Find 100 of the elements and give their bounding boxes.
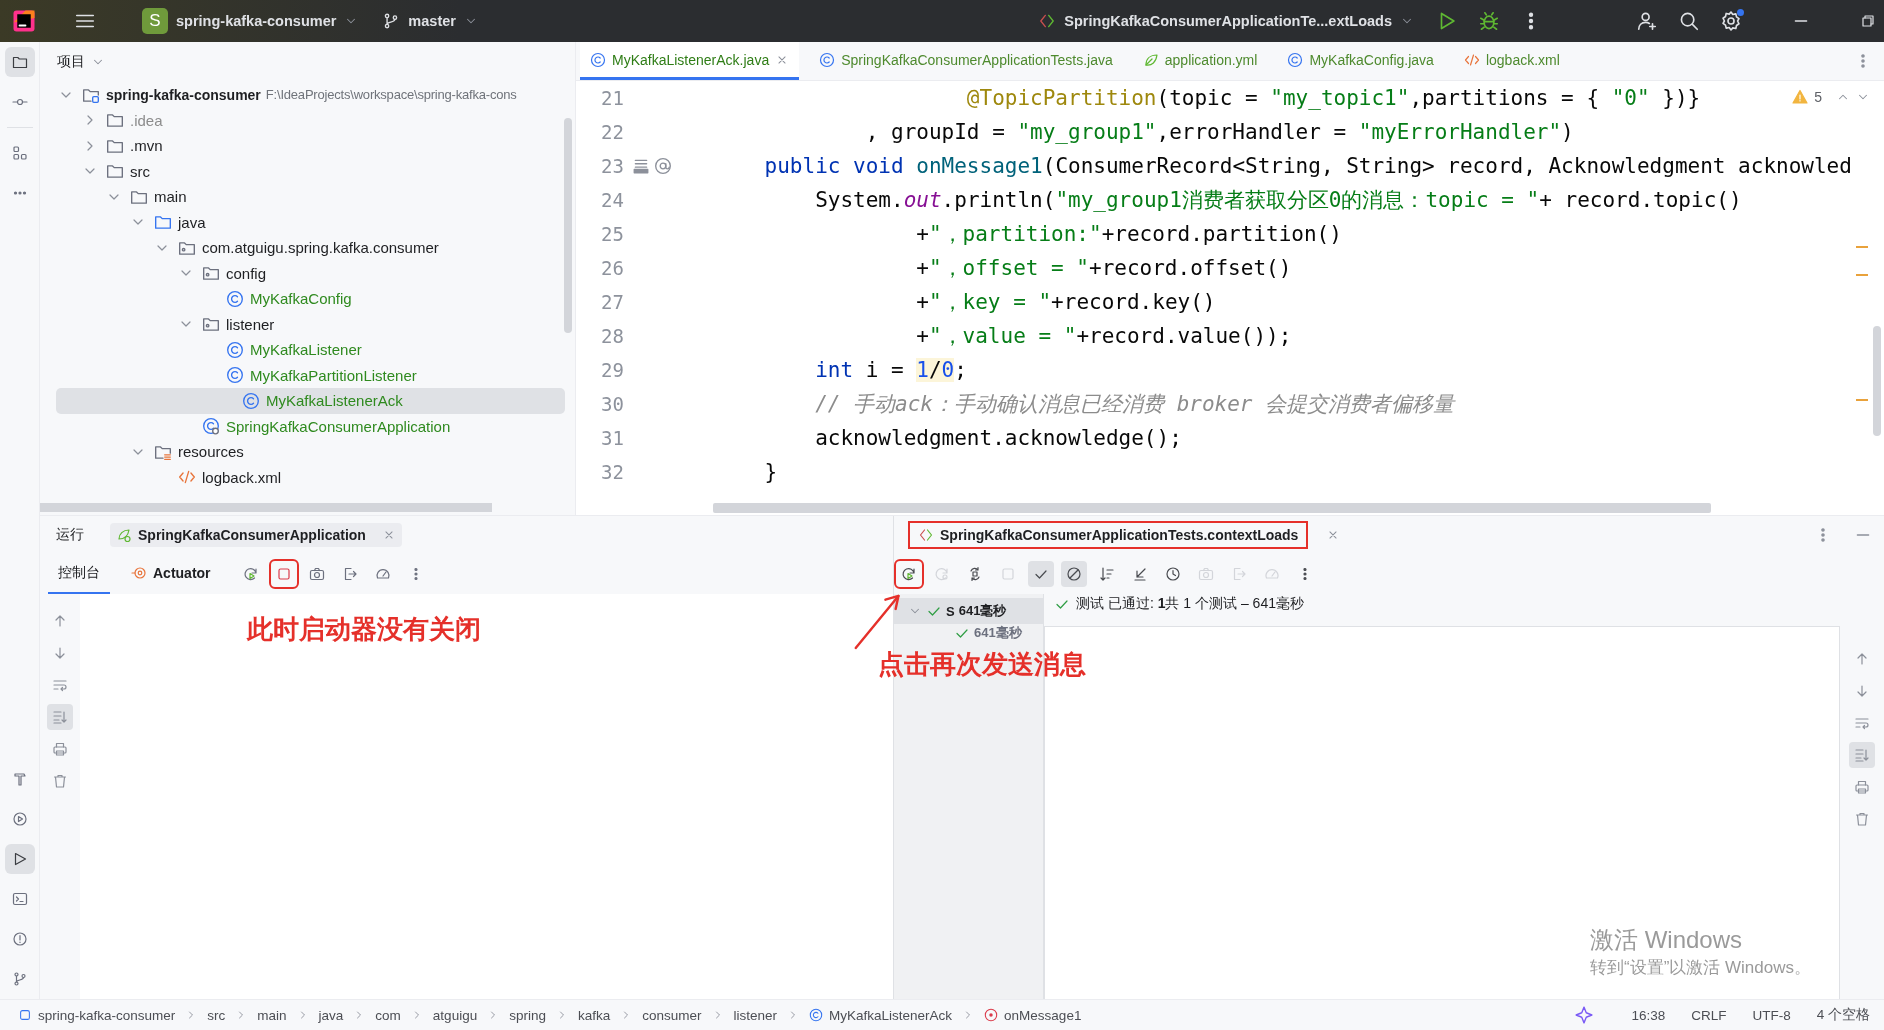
code-line: @TopicPartition(topic = "my_topic1",partitions = { "0" })} — [965, 86, 1701, 110]
code-line: , groupId = "my_group1",errorHandler = "myErrorHandler") — [864, 120, 1574, 144]
status-item[interactable]: 16:38 — [1631, 1007, 1666, 1023]
tree-row[interactable]: java — [40, 209, 565, 235]
test-name: S — [946, 603, 955, 619]
scroll-to-end-icon[interactable] — [47, 704, 73, 730]
implementation-icon[interactable] — [632, 157, 650, 175]
class-icon — [1287, 51, 1304, 68]
code-line: acknowledgment.acknowledge(); — [814, 426, 1182, 450]
scrollbar-thumb[interactable] — [40, 503, 492, 512]
status-item[interactable]: 4 个空格 — [1816, 1006, 1870, 1024]
spark-icon[interactable] — [1575, 1006, 1594, 1024]
run-config-selector[interactable]: SpringKafkaConsumerApplicationTe...extLoads — [1028, 5, 1424, 37]
folder-icon — [154, 213, 172, 232]
tree-row[interactable]: .mvn — [40, 133, 565, 159]
breadcrumb[interactable]: com — [375, 1007, 401, 1023]
code-line: } — [763, 460, 778, 484]
tree-row[interactable]: SpringKafkaConsumerApplication — [40, 413, 565, 439]
code-line: // 手动ack：手动确认消息已经消费 broker 会提交消费者偏移量 — [814, 391, 1455, 418]
cancel-icon[interactable] — [1061, 560, 1087, 587]
application-class-icon — [202, 417, 220, 436]
line-number: 26 — [600, 257, 624, 279]
tree-row[interactable]: config — [40, 260, 565, 286]
breadcrumb[interactable]: java — [318, 1007, 344, 1023]
editor-tab[interactable]: MyKafkaConfig.java — [1277, 42, 1444, 80]
test-run-tab[interactable]: SpringKafkaConsumerApplicationTests.contextLoads — [910, 522, 1307, 547]
scrollbar-thumb[interactable] — [713, 503, 1711, 513]
breadcrumb[interactable]: main — [257, 1007, 287, 1023]
stop-icon[interactable] — [270, 560, 297, 587]
editor-tab[interactable]: logback.xml — [1453, 42, 1570, 80]
tree-label: logback.xml — [202, 468, 282, 486]
code-line: +"，offset = "+record.offset() — [915, 255, 1292, 282]
scrollbar-thumb[interactable] — [1873, 326, 1881, 436]
tree-row[interactable]: resources — [40, 439, 565, 465]
package-folder-icon — [202, 315, 220, 334]
breadcrumb[interactable]: spring-kafka-consumer — [18, 1007, 176, 1023]
test-duration: 641毫秒 — [974, 624, 1022, 642]
editor-tab[interactable]: application.yml — [1132, 42, 1268, 80]
tree-row[interactable]: src — [40, 158, 565, 184]
tree-row[interactable]: logback.xml — [40, 464, 565, 490]
run-icon[interactable] — [4, 844, 35, 874]
scrollbar-thumb[interactable] — [564, 118, 572, 333]
annotation-note: 此时启动器没有关闭 — [247, 613, 481, 646]
rerun-icon[interactable] — [896, 560, 922, 587]
line-number: 23 — [600, 155, 624, 177]
panel-title[interactable]: 项目 — [57, 53, 85, 71]
tree-label: .mvn — [130, 137, 163, 155]
tree-label: SpringKafkaConsumerApplication — [226, 417, 451, 435]
line-number: 31 — [600, 427, 624, 449]
project-switcher[interactable]: S spring-kafka-consumer — [132, 5, 369, 37]
tree-label: com.atguigu.spring.kafka.consumer — [202, 239, 439, 257]
tree-label: listener — [226, 315, 275, 333]
test-row[interactable]: 641毫秒 — [894, 624, 1043, 642]
console-tab[interactable]: Actuator — [121, 553, 221, 594]
tree-row[interactable]: MyKafkaPartitionListener — [40, 362, 565, 388]
tree-label: MyKafkaPartitionListener — [250, 366, 417, 384]
breadcrumb[interactable]: consumer — [642, 1007, 702, 1023]
code-line: System.out.println("my_group1消费者获取分区0的消息：topic = "+ record.topic() — [814, 187, 1742, 214]
code-line: +"，key = "+record.key() — [915, 289, 1216, 316]
test-status: 测试 已通过: 1共 1 个测试 – 641毫秒 — [1076, 595, 1304, 613]
class-icon — [226, 366, 244, 385]
tree-row[interactable]: listener — [40, 311, 565, 337]
tree-row[interactable]: MyKafkaListener — [40, 337, 565, 363]
breadcrumb[interactable]: kafka — [577, 1007, 611, 1023]
breadcrumb[interactable]: atguigu — [432, 1007, 478, 1023]
tree-label: config — [226, 264, 267, 282]
tree-label: java — [178, 213, 206, 231]
annotation-icon[interactable] — [654, 157, 672, 175]
folder-icon — [106, 111, 124, 130]
line-number: 32 — [600, 461, 624, 483]
tree-label: .idea — [130, 111, 163, 129]
check-icon[interactable] — [1028, 560, 1054, 587]
tree-row[interactable]: main — [40, 184, 565, 210]
project-badge: S — [142, 8, 168, 34]
status-item[interactable]: CRLF — [1691, 1007, 1727, 1023]
tree-row[interactable]: spring-kafka-consumer F:\IdeaProjects\workspace\spring-kafka-cons — [40, 82, 565, 108]
tree-row[interactable]: MyKafkaConfig — [40, 286, 565, 312]
line-number: 25 — [600, 223, 624, 245]
test-row[interactable]: S 641毫秒 — [894, 598, 1043, 624]
spring-app-icon — [116, 526, 132, 543]
editor-tab[interactable]: MyKafkaListenerAck.java — [580, 42, 800, 80]
class-icon — [590, 51, 606, 68]
breadcrumb[interactable]: MyKafkaListenerAck — [809, 1007, 953, 1023]
class-icon — [819, 51, 836, 68]
breadcrumb[interactable]: spring — [509, 1007, 546, 1023]
status-item[interactable]: UTF-8 — [1752, 1007, 1791, 1023]
scroll-to-end-icon[interactable] — [1849, 742, 1875, 768]
run-tab[interactable]: SpringKafkaConsumerApplication — [110, 522, 402, 547]
breadcrumb[interactable]: src — [207, 1007, 226, 1023]
editor-tab[interactable]: SpringKafkaConsumerApplicationTests.java — [809, 42, 1123, 80]
line-number: 22 — [600, 121, 624, 143]
folder-icon[interactable] — [4, 47, 35, 77]
branch-selector[interactable]: master — [372, 5, 488, 37]
test-config-icon — [918, 526, 934, 543]
tree-label: main — [154, 188, 187, 206]
breadcrumb[interactable]: onMessage1 — [984, 1007, 1082, 1023]
line-number: 21 — [600, 87, 624, 109]
tree-row[interactable]: com.atguigu.spring.kafka.consumer — [40, 235, 565, 261]
breadcrumb[interactable]: listener — [733, 1007, 778, 1023]
folder-icon — [106, 162, 124, 181]
